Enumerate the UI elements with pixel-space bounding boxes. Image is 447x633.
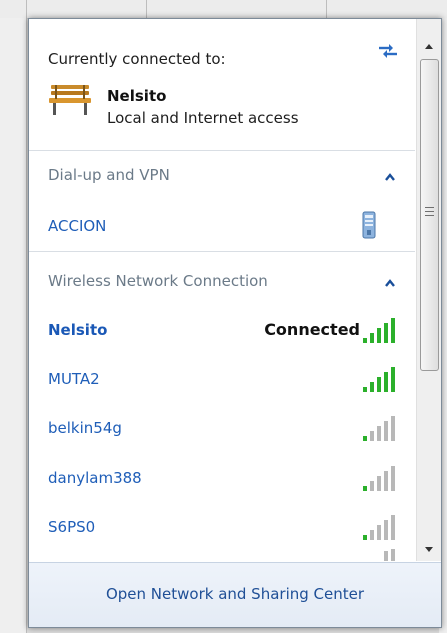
connected-section: Currently connected to: Nelsito Local an… bbox=[29, 19, 415, 149]
background-segment bbox=[326, 0, 447, 18]
wifi-network-name: Nelsito bbox=[48, 321, 108, 339]
signal-strength-icon bbox=[363, 466, 395, 491]
collapse-dialup-chevron-icon[interactable] bbox=[382, 170, 398, 184]
wifi-network-muta2[interactable]: MUTA2 bbox=[29, 361, 415, 401]
background-segment bbox=[0, 0, 27, 18]
bench-icon bbox=[49, 85, 91, 115]
wifi-network-belkin54g[interactable]: belkin54g bbox=[29, 410, 415, 450]
open-network-sharing-center-link[interactable]: Open Network and Sharing Center bbox=[29, 585, 441, 603]
wifi-network-s6ps0[interactable]: S6PS0 bbox=[29, 509, 415, 549]
currently-connected-label: Currently connected to: bbox=[48, 50, 226, 68]
background-window-left bbox=[0, 18, 27, 633]
section-title-wireless: Wireless Network Connection bbox=[48, 272, 268, 290]
signal-strength-icon bbox=[384, 549, 395, 561]
connected-network-name: Nelsito bbox=[107, 87, 167, 105]
wifi-network-nelsito[interactable]: Nelsito Connected bbox=[29, 312, 415, 352]
background-window-titlebar bbox=[0, 0, 447, 19]
section-title-dialup: Dial-up and VPN bbox=[48, 166, 170, 184]
wifi-connected-status: Connected bbox=[264, 320, 360, 339]
refresh-icon[interactable] bbox=[376, 40, 400, 62]
scrollbar-thumb[interactable] bbox=[420, 59, 439, 371]
grip-icon bbox=[425, 207, 434, 216]
divider bbox=[29, 150, 415, 151]
list-item-partial bbox=[29, 549, 415, 561]
wifi-network-name: belkin54g bbox=[48, 419, 122, 437]
scroll-down-arrow-icon[interactable] bbox=[419, 539, 439, 559]
wifi-network-name: S6PS0 bbox=[48, 518, 96, 536]
footer: Open Network and Sharing Center bbox=[29, 562, 441, 627]
vertical-scrollbar[interactable] bbox=[416, 19, 441, 561]
connected-network-status: Local and Internet access bbox=[107, 109, 299, 127]
network-list: Currently connected to: Nelsito Local an… bbox=[29, 19, 415, 561]
connection-name: ACCION bbox=[48, 217, 107, 235]
collapse-wireless-chevron-icon[interactable] bbox=[382, 276, 398, 290]
scroll-up-arrow-icon[interactable] bbox=[419, 37, 439, 57]
signal-strength-icon bbox=[363, 318, 395, 343]
wifi-network-name: MUTA2 bbox=[48, 370, 100, 388]
background-segment bbox=[146, 0, 327, 18]
background-segment bbox=[26, 0, 147, 18]
network-flyout: Currently connected to: Nelsito Local an… bbox=[28, 18, 442, 628]
wifi-network-danylam388[interactable]: danylam388 bbox=[29, 460, 415, 500]
wifi-network-name: danylam388 bbox=[48, 469, 142, 487]
signal-strength-icon bbox=[363, 367, 395, 392]
signal-strength-icon bbox=[363, 515, 395, 540]
signal-strength-icon bbox=[363, 416, 395, 441]
divider bbox=[29, 251, 415, 252]
list-item-accion[interactable]: ACCION bbox=[29, 208, 415, 248]
vpn-connection-icon bbox=[362, 211, 376, 239]
